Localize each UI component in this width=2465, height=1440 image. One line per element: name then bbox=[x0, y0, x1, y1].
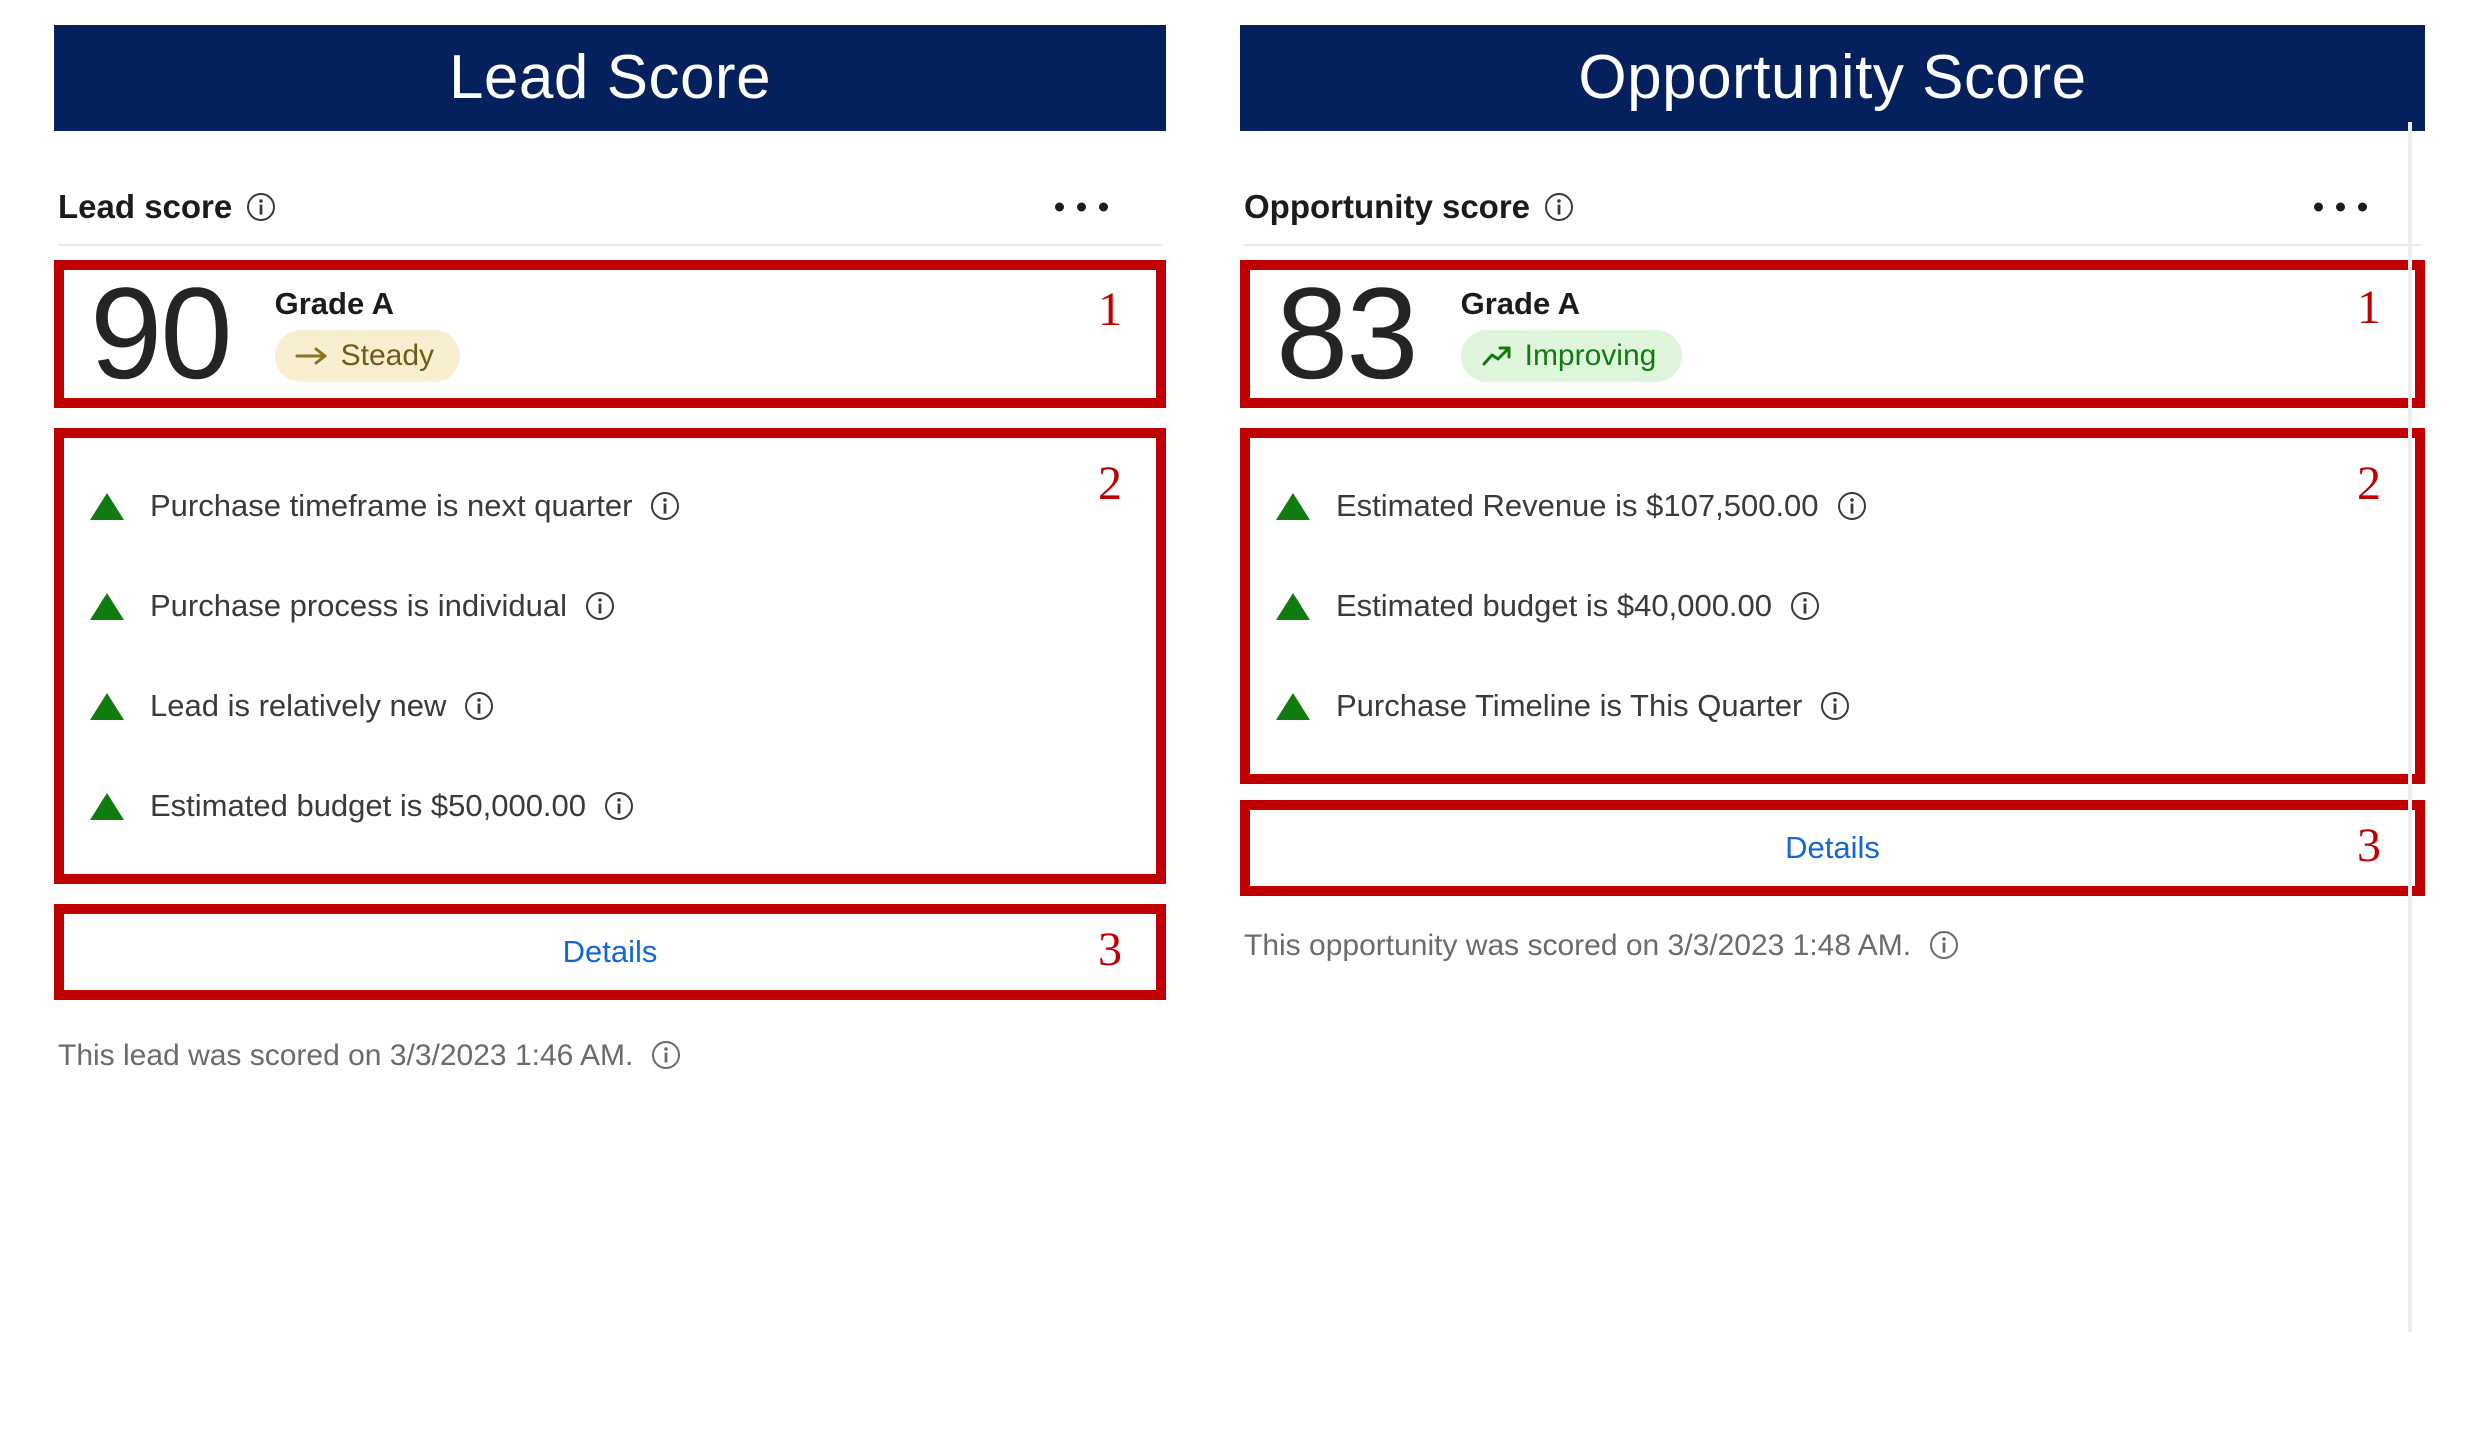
triangle-up-icon bbox=[1276, 592, 1310, 620]
triangle-up-icon bbox=[90, 592, 124, 620]
ellipsis-dot bbox=[1055, 202, 1064, 212]
screenshot-canvas: Lead Score Opportunity Score Lead score bbox=[0, 0, 2465, 1440]
opportunity-score-annotation-box: 1 83 Grade A Improving bbox=[1240, 260, 2425, 408]
list-item[interactable]: Purchase timeframe is next quarter bbox=[64, 456, 1156, 556]
header-divider bbox=[58, 244, 1162, 246]
annotation-number-2: 2 bbox=[1098, 457, 1122, 510]
info-icon[interactable] bbox=[1544, 192, 1574, 222]
ellipsis-dot bbox=[2358, 202, 2367, 212]
lead-trend-badge: Steady bbox=[274, 330, 461, 382]
lead-details-row: Details bbox=[64, 914, 1156, 990]
triangle-up-icon bbox=[90, 492, 124, 520]
ellipsis-icon[interactable] bbox=[1055, 202, 1108, 212]
info-icon[interactable] bbox=[1837, 491, 1867, 521]
opportunity-trend-badge: Improving bbox=[1460, 330, 1683, 382]
lead-scored-note: This lead was scored on 3/3/2023 1:46 AM… bbox=[54, 1000, 1166, 1076]
opportunity-score-row: 83 Grade A Improving bbox=[1250, 260, 2415, 407]
opportunity-score-card: Opportunity score 1 83 Grade A Improving… bbox=[1240, 170, 2425, 966]
list-item[interactable]: Purchase Timeline is This Quarter bbox=[1250, 656, 2415, 756]
opportunity-score-meta: Grade A Improving bbox=[1460, 286, 1683, 382]
annotation-number-1: 1 bbox=[2357, 281, 2381, 334]
triangle-up-icon bbox=[90, 692, 124, 720]
triangle-up-icon bbox=[90, 792, 124, 820]
factor-text: Estimated budget is $50,000.00 bbox=[150, 788, 587, 823]
opportunity-score-banner: Opportunity Score bbox=[1240, 25, 2425, 131]
list-item[interactable]: Estimated budget is $40,000.00 bbox=[1250, 556, 2415, 656]
list-item[interactable]: Estimated budget is $50,000.00 bbox=[64, 756, 1156, 856]
opportunity-scored-note-text: This opportunity was scored on 3/3/2023 … bbox=[1244, 929, 1912, 962]
lead-card-title: Lead score bbox=[58, 188, 233, 225]
opportunity-card-header: Opportunity score bbox=[1240, 170, 2425, 244]
details-link[interactable]: Details bbox=[1785, 830, 1880, 866]
trend-up-icon bbox=[1481, 344, 1513, 368]
info-icon[interactable] bbox=[1929, 930, 1959, 960]
lead-trend-label: Steady bbox=[340, 339, 435, 372]
info-icon[interactable] bbox=[604, 791, 634, 821]
ellipsis-dot bbox=[2314, 202, 2323, 212]
factor-text: Lead is relatively new bbox=[150, 688, 447, 723]
lead-score-banner: Lead Score bbox=[54, 25, 1166, 131]
opportunity-factors-annotation-box: 2 Estimated Revenue is $107,500.00 Estim… bbox=[1240, 428, 2425, 784]
lead-score-annotation-box: 1 90 Grade A Steady bbox=[54, 260, 1166, 408]
opportunity-card-title: Opportunity score bbox=[1244, 188, 1531, 225]
factor-text: Purchase timeframe is next quarter bbox=[150, 488, 633, 523]
opportunity-trend-label: Improving bbox=[1524, 339, 1657, 372]
lead-factors-annotation-box: 2 Purchase timeframe is next quarter Pur… bbox=[54, 428, 1166, 884]
details-link[interactable]: Details bbox=[563, 934, 658, 970]
info-icon[interactable] bbox=[585, 591, 615, 621]
lead-card-header: Lead score bbox=[54, 170, 1166, 244]
factor-text: Purchase process is individual bbox=[150, 588, 567, 623]
lead-scored-note-text: This lead was scored on 3/3/2023 1:46 AM… bbox=[58, 1039, 634, 1072]
factor-text: Estimated Revenue is $107,500.00 bbox=[1336, 488, 1819, 523]
opportunity-score-banner-title: Opportunity Score bbox=[1578, 43, 2087, 112]
info-icon[interactable] bbox=[650, 491, 680, 521]
list-item[interactable]: Purchase process is individual bbox=[64, 556, 1156, 656]
lead-score-value: 90 bbox=[90, 260, 233, 407]
opportunity-grade-label: Grade A bbox=[1460, 286, 1581, 321]
info-icon[interactable] bbox=[651, 1040, 681, 1070]
lead-score-banner-title: Lead Score bbox=[448, 43, 772, 112]
ellipsis-dot bbox=[1077, 202, 1086, 212]
triangle-up-icon bbox=[1276, 692, 1310, 720]
lead-score-meta: Grade A Steady bbox=[274, 286, 461, 382]
annotation-number-2: 2 bbox=[2357, 457, 2381, 510]
ellipsis-dot bbox=[1099, 202, 1108, 212]
lead-factor-list: Purchase timeframe is next quarter Purch… bbox=[64, 438, 1156, 874]
opportunity-details-annotation-box: 3 Details bbox=[1240, 800, 2425, 896]
opportunity-details-row: Details bbox=[1250, 810, 2415, 886]
annotation-number-3: 3 bbox=[2357, 819, 2381, 872]
opportunity-factor-list: Estimated Revenue is $107,500.00 Estimat… bbox=[1250, 438, 2415, 774]
info-icon[interactable] bbox=[1820, 691, 1850, 721]
annotation-number-3: 3 bbox=[1098, 923, 1122, 976]
arrow-right-icon bbox=[295, 345, 329, 367]
annotation-number-1: 1 bbox=[1098, 283, 1122, 336]
lead-details-annotation-box: 3 Details bbox=[54, 904, 1166, 1000]
info-icon[interactable] bbox=[246, 192, 276, 222]
lead-score-row: 90 Grade A Steady bbox=[64, 260, 1156, 407]
lead-score-card: Lead score 1 90 Grade A Steady 2 Purchas… bbox=[54, 170, 1166, 1076]
info-icon[interactable] bbox=[464, 691, 494, 721]
lead-grade-label: Grade A bbox=[274, 286, 395, 321]
info-icon[interactable] bbox=[1790, 591, 1820, 621]
header-divider bbox=[1244, 244, 2421, 246]
ellipsis-dot bbox=[2336, 202, 2345, 212]
ellipsis-icon[interactable] bbox=[2314, 202, 2367, 212]
factor-text: Purchase Timeline is This Quarter bbox=[1336, 688, 1803, 723]
opportunity-scored-note: This opportunity was scored on 3/3/2023 … bbox=[1240, 896, 2425, 966]
scrollbar[interactable] bbox=[2408, 122, 2412, 1332]
factor-text: Estimated budget is $40,000.00 bbox=[1336, 588, 1773, 623]
triangle-up-icon bbox=[1276, 492, 1310, 520]
list-item[interactable]: Lead is relatively new bbox=[64, 656, 1156, 756]
list-item[interactable]: Estimated Revenue is $107,500.00 bbox=[1250, 456, 2415, 556]
opportunity-score-value: 83 bbox=[1276, 260, 1419, 407]
